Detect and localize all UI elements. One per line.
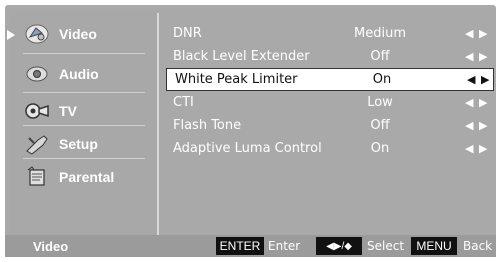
menu-key-badge: MENU	[411, 237, 457, 255]
enter-key-label: Enter	[268, 239, 301, 253]
menu-row-value: Off	[370, 118, 390, 133]
enter-key-badge: ENTER	[216, 237, 264, 255]
sidebar-divider	[157, 13, 159, 237]
sidebar-item-video[interactable]: Video	[23, 20, 143, 48]
audio-icon	[23, 63, 51, 85]
bottom-help-bar: Video ENTER Enter ◀▶/◆ Select MENU Back	[5, 235, 496, 257]
setup-icon	[23, 133, 51, 155]
menu-row-label: DNR	[173, 26, 202, 41]
sidebar-item-label: Audio	[59, 66, 99, 82]
video-icon	[23, 23, 51, 45]
menu-row-cti[interactable]: CTI Low ◀ ▶	[165, 91, 495, 114]
navigation-key-badge: ◀▶/◆	[316, 237, 362, 255]
sidebar-item-parental[interactable]: Parental	[23, 163, 143, 191]
menu-row-value: Medium	[354, 26, 406, 41]
sidebar-separator	[23, 125, 145, 126]
menu-row-value: On	[370, 141, 390, 156]
sidebar-item-label: Parental	[59, 169, 115, 185]
menu-row-label: Flash Tone	[173, 118, 242, 133]
sidebar-item-label: TV	[59, 103, 77, 119]
menu-row-dnr[interactable]: DNR Medium ◀ ▶	[165, 22, 495, 45]
tv-icon	[23, 100, 51, 122]
sidebar-item-label: Setup	[59, 136, 98, 152]
sidebar-item-audio[interactable]: Audio	[23, 60, 143, 88]
menu-row-label: CTI	[173, 95, 194, 110]
menu-row-white-peak-limiter[interactable]: White Peak Limiter On ◀ ▶	[166, 68, 494, 91]
menu-row-black-level-extender[interactable]: Black Level Extender Off ◀ ▶	[165, 45, 495, 68]
sidebar-item-setup[interactable]: Setup	[23, 130, 143, 158]
left-right-arrows-icon[interactable]: ◀ ▶	[465, 50, 488, 63]
menu-row-value: Low	[367, 95, 393, 110]
parental-icon	[23, 166, 51, 188]
active-indicator-icon	[7, 30, 15, 40]
left-right-arrows-icon[interactable]: ◀ ▶	[465, 27, 488, 40]
menu-row-adaptive-luma-control[interactable]: Adaptive Luma Control On ◀ ▶	[165, 137, 495, 160]
left-right-arrows-icon[interactable]: ◀ ▶	[465, 119, 488, 132]
left-right-arrows-icon[interactable]: ◀ ▶	[467, 73, 490, 86]
sidebar-item-label: Video	[59, 26, 97, 42]
menu-row-flash-tone[interactable]: Flash Tone Off ◀ ▶	[165, 114, 495, 137]
back-key-label: Back	[463, 239, 493, 253]
menu-row-label: Black Level Extender	[173, 49, 310, 64]
select-key-label: Select	[367, 239, 405, 253]
menu-row-label: Adaptive Luma Control	[173, 141, 322, 156]
sidebar-separator	[23, 92, 145, 93]
menu-row-value: On	[372, 72, 392, 87]
sidebar-separator	[23, 158, 145, 159]
menu-row-value: Off	[370, 49, 390, 64]
left-right-arrows-icon[interactable]: ◀ ▶	[465, 96, 488, 109]
sidebar-item-tv[interactable]: TV	[23, 97, 143, 125]
osd-screen: Video Audio TV Setup Parental DNR Medium…	[5, 5, 496, 257]
current-menu-title: Video	[33, 239, 69, 254]
left-right-arrows-icon[interactable]: ◀ ▶	[465, 142, 488, 155]
sidebar-separator	[23, 53, 145, 54]
menu-row-label: White Peak Limiter	[175, 72, 298, 87]
